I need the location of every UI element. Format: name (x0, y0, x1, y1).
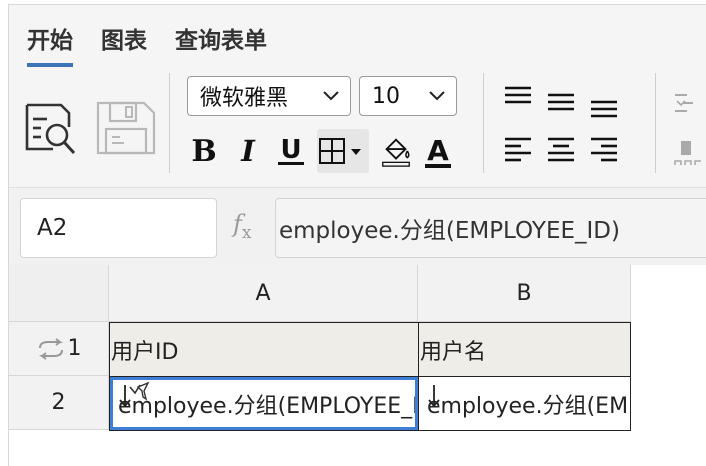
font-size-value: 10 (372, 83, 400, 109)
select-all-corner[interactable] (9, 265, 109, 322)
cell-a2[interactable]: employee.分组(EMPLOYEE_ID) (109, 376, 419, 431)
align-right-icon (591, 137, 617, 162)
split-cells-button[interactable] (673, 139, 706, 171)
fill-color-button[interactable] (377, 129, 415, 173)
cell-a1[interactable]: 用户ID (109, 322, 419, 377)
chevron-down-icon (323, 91, 339, 101)
font-family-value: 微软雅黑 (200, 86, 289, 111)
align-middle-icon (548, 93, 574, 111)
cell-b2-text: employee.分组(EMPLOYEE_NAME) (427, 393, 630, 419)
save-button[interactable] (94, 95, 158, 159)
cell-b1[interactable]: 用户名 (418, 322, 631, 377)
spreadsheet-grid: A B 1 2 用户ID 用户名 employee.分组(EMPLOYEE_ID… (9, 265, 706, 466)
align-bottom-icon (591, 100, 617, 118)
underline-button[interactable]: U (277, 129, 305, 173)
ribbon-divider (655, 73, 656, 173)
filter-icon (129, 381, 150, 401)
font-color-button[interactable]: A (423, 129, 453, 173)
align-bottom-button[interactable] (589, 91, 619, 121)
align-top-button[interactable] (503, 83, 533, 113)
align-middle-button[interactable] (546, 87, 576, 117)
report-designer: 开始 图表 查询表单 微软雅黑 10 B I U A A2 fx employe… (8, 4, 706, 466)
formula-bar: A2 fx employee.分组(EMPLOYEE_ID) (9, 187, 706, 265)
merge-cells-button[interactable] (673, 89, 706, 121)
underline-label: U (278, 134, 304, 165)
align-right-button[interactable] (589, 135, 619, 165)
font-family-select[interactable]: 微软雅黑 (187, 76, 351, 116)
formula-input[interactable]: employee.分组(EMPLOYEE_ID) (275, 198, 706, 258)
align-center-icon (548, 137, 574, 162)
tab-chart[interactable]: 图表 (101, 21, 147, 67)
tab-start[interactable]: 开始 (27, 21, 73, 67)
align-center-button[interactable] (546, 135, 576, 165)
tab-query-form[interactable]: 查询表单 (175, 21, 267, 67)
align-left-button[interactable] (503, 135, 533, 165)
merge-cells-icon (675, 94, 693, 112)
chevron-down-icon (429, 91, 445, 101)
paint-bucket-icon (382, 138, 410, 167)
ribbon-divider (483, 73, 484, 173)
font-size-select[interactable]: 10 (359, 76, 457, 116)
row-header-1[interactable]: 1 (9, 322, 109, 376)
font-color-icon: A (425, 134, 451, 168)
svg-text:A: A (427, 134, 449, 167)
report-preview-button[interactable] (19, 95, 83, 159)
align-top-icon (505, 86, 531, 104)
repeat-row-icon (38, 337, 63, 360)
ribbon: 开始 图表 查询表单 微软雅黑 10 B I U A (9, 5, 706, 187)
expand-down-icon (428, 385, 440, 408)
row-header-2[interactable]: 2 (9, 376, 109, 430)
border-grid-icon (319, 138, 361, 164)
bold-button[interactable]: B (189, 129, 219, 173)
column-header-b[interactable]: B (418, 265, 631, 322)
cell-b2[interactable]: employee.分组(EMPLOYEE_NAME) (418, 376, 631, 431)
italic-button[interactable]: I (235, 129, 261, 173)
report-search-icon (25, 103, 76, 155)
align-left-icon (505, 137, 531, 162)
save-icon (96, 101, 156, 155)
ribbon-divider (169, 73, 170, 173)
column-header-a[interactable]: A (109, 265, 418, 322)
split-cells-icon (674, 141, 701, 165)
ribbon-tabs: 开始 图表 查询表单 (27, 21, 267, 67)
cell-a2-text: employee.分组(EMPLOYEE_ID) (118, 393, 419, 419)
fx-icon[interactable]: fx (233, 210, 251, 243)
border-dropdown-button[interactable] (317, 129, 369, 173)
cell-reference-box[interactable]: A2 (20, 198, 217, 258)
row-number: 1 (67, 336, 82, 361)
